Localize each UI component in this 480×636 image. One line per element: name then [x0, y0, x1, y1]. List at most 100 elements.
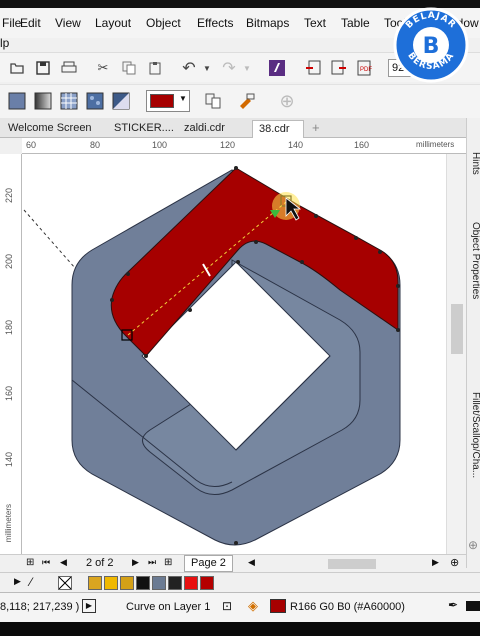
- menu-bitmaps[interactable]: Bitmaps: [246, 16, 289, 30]
- last-page-icon[interactable]: ⏭: [148, 557, 156, 568]
- zoom-navigator-icon[interactable]: ⊕: [450, 556, 459, 569]
- redo-dropdown-icon[interactable]: ▼: [238, 59, 256, 77]
- color-palette: ▶ ⁄: [0, 572, 480, 592]
- previous-page-icon[interactable]: ◀: [60, 557, 67, 568]
- palette-swatch[interactable]: [168, 576, 182, 590]
- play-icon[interactable]: ▶: [82, 599, 96, 613]
- first-page-icon[interactable]: ⏮: [42, 557, 50, 568]
- fill-color-swatch: [150, 94, 174, 108]
- export-icon[interactable]: [330, 59, 348, 77]
- docker-tab-object-properties[interactable]: Object Properties: [467, 222, 480, 299]
- search-content-icon[interactable]: [268, 59, 286, 77]
- texture-fill-icon[interactable]: [86, 92, 104, 110]
- add-page-icon[interactable]: ⊞: [164, 557, 172, 568]
- docker-tab-hints[interactable]: Hints: [467, 152, 480, 175]
- copy-fill-icon[interactable]: [204, 92, 222, 110]
- palette-scroll-icon[interactable]: ▶: [14, 576, 21, 587]
- add-icon[interactable]: ⊕: [278, 91, 296, 111]
- tab-welcome-screen[interactable]: Welcome Screen: [2, 120, 98, 138]
- add-tab-button[interactable]: +: [306, 118, 326, 136]
- vertical-ruler: 220 200 180 160 140 millimeters: [0, 154, 22, 554]
- scrollbar-thumb[interactable]: [451, 304, 463, 354]
- menu-object[interactable]: Object: [146, 16, 181, 30]
- fill-info: R166 G0 B0 (#A60000): [290, 601, 405, 613]
- open-icon[interactable]: [8, 59, 26, 77]
- palette-swatch[interactable]: [200, 576, 214, 590]
- tab-zaldi[interactable]: zaldi.cdr: [178, 120, 231, 138]
- tab-sticker[interactable]: STICKER....: [108, 120, 180, 138]
- page-count: 2 of 2: [86, 557, 114, 569]
- menu-text[interactable]: Text: [304, 16, 326, 30]
- redo-icon[interactable]: ↷: [220, 59, 238, 77]
- next-page-icon[interactable]: ▶: [132, 557, 139, 568]
- no-color-swatch[interactable]: [58, 576, 72, 590]
- ruler-tick-label: 80: [90, 140, 101, 150]
- menu-table[interactable]: Table: [341, 16, 370, 30]
- edit-fill-icon[interactable]: [238, 92, 256, 110]
- menu-file[interactable]: File: [2, 16, 21, 30]
- ruler-tick-label: 160: [4, 386, 14, 402]
- artwork[interactable]: [22, 154, 446, 554]
- ruler-tick-label: 120: [220, 140, 236, 150]
- tab-page-2[interactable]: Page 2: [184, 555, 233, 572]
- page-navigator: ⊞ ⏮ ◀ 2 of 2 ▶ ⏭ ⊞ Page 2 ◀ ▶ ⊕: [0, 554, 466, 572]
- menu-view[interactable]: View: [55, 16, 81, 30]
- menu-help[interactable]: lp: [0, 36, 9, 50]
- palette-swatch[interactable]: [184, 576, 198, 590]
- gradient-fill-icon[interactable]: [34, 92, 52, 110]
- guide-line: [23, 209, 76, 269]
- horizontal-ruler: 60 80 100 120 140 160 millimeters: [22, 138, 466, 154]
- save-icon[interactable]: [34, 59, 52, 77]
- menu-layout[interactable]: Layout: [95, 16, 131, 30]
- object-info: Curve on Layer 1: [126, 601, 211, 613]
- drawing-canvas[interactable]: [22, 154, 446, 554]
- eyedropper-icon[interactable]: ⁄: [30, 575, 32, 589]
- docker-tab-fillet[interactable]: Fillet/Scallop/Cha...: [467, 392, 480, 478]
- scroll-right-icon[interactable]: ▶: [432, 557, 439, 568]
- pen-outline-icon[interactable]: ✒: [448, 598, 458, 612]
- palette-swatch[interactable]: [104, 576, 118, 590]
- cut-icon[interactable]: ✂: [94, 59, 112, 77]
- ruler-tick-label: 180: [4, 320, 14, 336]
- docker-panel: Hints Object Properties Fillet/Scallop/C…: [466, 118, 480, 568]
- palette-swatch[interactable]: [136, 576, 150, 590]
- ruler-tick-label: 220: [4, 188, 14, 204]
- publish-pdf-icon[interactable]: PDF: [356, 59, 374, 77]
- ruler-unit-label: millimeters: [416, 140, 455, 149]
- palette-swatch[interactable]: [88, 576, 102, 590]
- add-docker-icon[interactable]: ⊕: [468, 538, 478, 552]
- cursor-coordinates: 8,118; 217,239 ): [0, 601, 80, 613]
- chevron-down-icon: ▼: [179, 94, 187, 103]
- svg-text:B: B: [423, 34, 440, 59]
- menu-edit[interactable]: Edit: [20, 16, 41, 30]
- status-fill-swatch[interactable]: [270, 599, 286, 613]
- scroll-left-icon[interactable]: ◀: [248, 557, 255, 568]
- paste-icon[interactable]: [146, 59, 164, 77]
- document-tabs: Welcome Screen STICKER.... zaldi.cdr 38.…: [0, 118, 466, 138]
- vertical-scrollbar[interactable]: [446, 154, 466, 554]
- belajar-bersama-logo: B BELAJAR BERSAMA: [392, 6, 470, 84]
- tab-38[interactable]: 38.cdr: [252, 120, 304, 138]
- menu-effects[interactable]: Effects: [197, 16, 233, 30]
- pattern-fill-icon[interactable]: [60, 92, 78, 110]
- postscript-fill-icon[interactable]: [112, 92, 130, 110]
- undo-dropdown-icon[interactable]: ▼: [198, 59, 216, 77]
- fill-color-picker[interactable]: ▼: [146, 90, 190, 112]
- outline-color-swatch[interactable]: [466, 601, 480, 611]
- fill-bucket-icon: ◈: [248, 598, 258, 613]
- undo-icon[interactable]: ↶: [180, 59, 198, 77]
- solid-fill-icon[interactable]: [8, 92, 26, 110]
- horizontal-scrollbar-thumb[interactable]: [328, 559, 376, 569]
- property-bar: ▼ ⊕: [0, 84, 480, 118]
- palette-swatch[interactable]: [152, 576, 166, 590]
- print-icon[interactable]: [60, 59, 78, 77]
- ruler-unit-label: millimeters: [4, 504, 13, 543]
- palette-swatch[interactable]: [120, 576, 134, 590]
- object-options-icon[interactable]: ⊡: [222, 599, 232, 613]
- copy-icon[interactable]: [120, 59, 138, 77]
- import-icon[interactable]: [304, 59, 322, 77]
- ruler-tick-label: 160: [354, 140, 370, 150]
- ruler-tick-label: 140: [4, 452, 14, 468]
- ruler-tick-label: 100: [152, 140, 168, 150]
- insert-page-icon[interactable]: ⊞: [26, 557, 34, 568]
